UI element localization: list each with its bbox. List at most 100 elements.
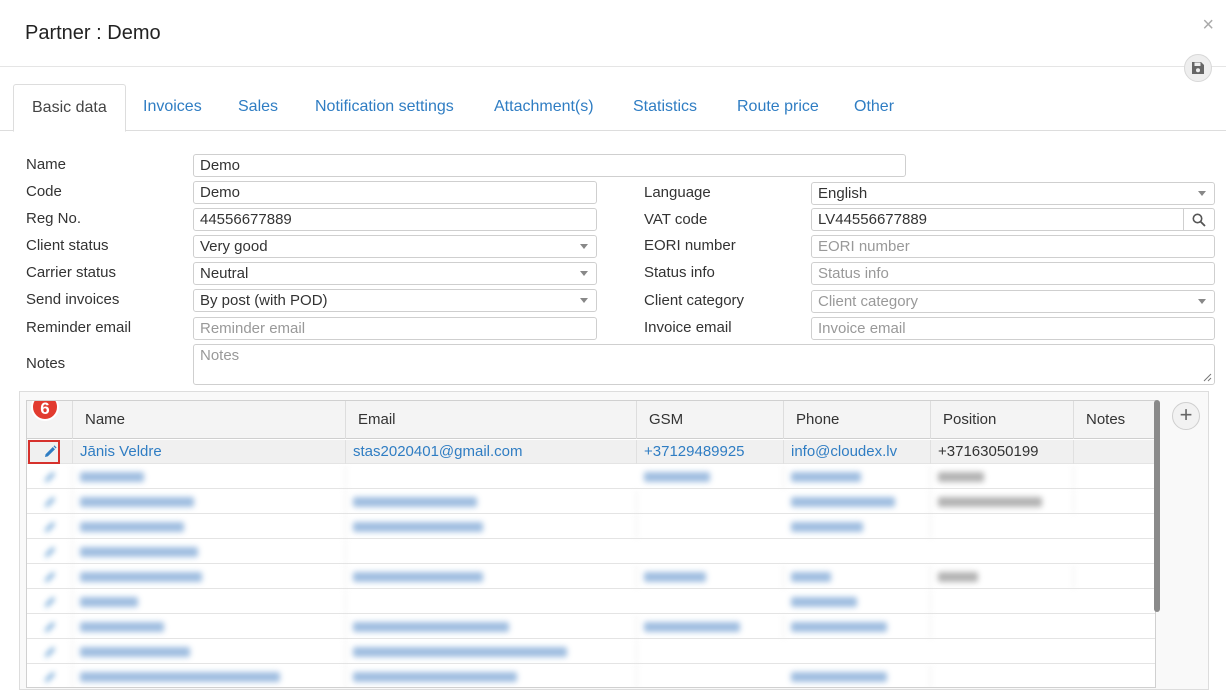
tab-bar: Basic data Invoices Sales Notification s… <box>0 84 1226 132</box>
floppy-disk-icon <box>1192 62 1204 74</box>
vat-code-field[interactable]: LV44556677889 <box>811 208 1215 231</box>
cell-name-redacted <box>73 590 346 614</box>
resize-handle-icon[interactable] <box>1203 373 1212 382</box>
pencil-icon <box>44 622 55 632</box>
carrier-status-value: Neutral <box>200 265 249 282</box>
edit-row-button[interactable] <box>27 490 73 514</box>
cell-email-redacted <box>346 615 637 639</box>
reminder-email-field[interactable]: Reminder email <box>193 317 597 340</box>
status-info-label: Status info <box>644 264 715 281</box>
send-invoices-value: By post (with POD) <box>200 292 328 309</box>
eori-number-field[interactable]: EORI number <box>811 235 1215 258</box>
client-status-select[interactable]: Very good <box>193 235 597 258</box>
edit-row-button[interactable] <box>27 465 73 489</box>
invoice-email-field[interactable]: Invoice email <box>811 317 1215 340</box>
cell-phone-redacted <box>784 490 931 514</box>
table-row[interactable]: Jānis Veldre stas2020401@gmail.com +3712… <box>27 440 1155 464</box>
tab-invoices[interactable]: Invoices <box>125 84 220 131</box>
language-select[interactable]: English <box>811 182 1215 205</box>
name-field[interactable]: Demo <box>193 154 906 177</box>
tab-other[interactable]: Other <box>836 84 912 131</box>
client-status-value: Very good <box>200 238 268 255</box>
cell-phone-redacted <box>784 590 931 614</box>
column-header-name[interactable]: Name <box>73 401 346 439</box>
cell-email-redacted <box>346 665 637 687</box>
edit-row-button[interactable] <box>27 665 73 687</box>
tab-attachments[interactable]: Attachment(s) <box>476 84 612 131</box>
tab-notification-settings[interactable]: Notification settings <box>297 84 472 131</box>
table-row[interactable] <box>27 665 1155 687</box>
edit-row-button[interactable] <box>27 615 73 639</box>
save-button[interactable] <box>1184 54 1212 82</box>
column-header-notes[interactable]: Notes <box>1074 401 1155 439</box>
notes-textarea[interactable]: Notes <box>193 344 1215 385</box>
invoice-email-label: Invoice email <box>644 319 732 336</box>
cell-email[interactable]: stas2020401@gmail.com <box>346 440 637 464</box>
chevron-down-icon <box>1198 299 1206 304</box>
cell-phone-redacted <box>784 515 931 539</box>
cell-phone[interactable]: info@cloudex.lv <box>784 440 931 464</box>
table-row[interactable] <box>27 465 1155 489</box>
chevron-down-icon <box>1198 191 1206 196</box>
reminder-email-label: Reminder email <box>26 319 132 336</box>
column-header-gsm[interactable]: GSM <box>637 401 784 439</box>
cell-name-redacted <box>73 565 346 589</box>
chevron-down-icon <box>580 271 588 276</box>
contacts-panel: Name Email GSM Phone Position Notes Jāni… <box>19 391 1209 690</box>
table-row[interactable] <box>27 515 1155 539</box>
dialog-header: Partner : Demo × <box>0 0 1226 67</box>
reg-no-label: Reg No. <box>26 210 82 227</box>
edit-row-button[interactable] <box>27 590 73 614</box>
vertical-scrollbar[interactable] <box>1154 400 1160 612</box>
pencil-icon <box>44 597 55 607</box>
pencil-icon <box>44 497 55 507</box>
table-row[interactable] <box>27 540 1155 564</box>
cell-phone-redacted <box>784 615 931 639</box>
status-info-field[interactable]: Status info <box>811 262 1215 285</box>
cell-email-redacted <box>346 640 637 664</box>
column-header-phone[interactable]: Phone <box>784 401 931 439</box>
cell-phone-redacted <box>784 665 931 687</box>
cell-email-redacted <box>346 515 637 539</box>
column-header-position[interactable]: Position <box>931 401 1074 439</box>
cell-name[interactable]: Jānis Veldre <box>73 440 346 464</box>
table-row[interactable] <box>27 590 1155 614</box>
eori-number-label: EORI number <box>644 237 736 254</box>
edit-row-button[interactable] <box>27 565 73 589</box>
reg-no-field[interactable]: 44556677889 <box>193 208 597 231</box>
tab-sales[interactable]: Sales <box>220 84 296 131</box>
tab-basic-data[interactable]: Basic data <box>13 84 126 132</box>
tab-statistics[interactable]: Statistics <box>615 84 715 131</box>
code-label: Code <box>26 183 62 200</box>
cell-gsm-redacted <box>637 565 784 589</box>
table-row[interactable] <box>27 490 1155 514</box>
edit-row-button[interactable] <box>27 640 73 664</box>
table-row[interactable] <box>27 565 1155 589</box>
search-icon[interactable] <box>1183 209 1214 230</box>
client-category-placeholder: Client category <box>818 293 919 310</box>
cell-position-redacted <box>931 465 1074 489</box>
notes-label: Notes <box>26 355 66 372</box>
edit-row-button[interactable] <box>27 515 73 539</box>
column-header-email[interactable]: Email <box>346 401 637 439</box>
code-field[interactable]: Demo <box>193 181 597 204</box>
carrier-status-select[interactable]: Neutral <box>193 262 597 285</box>
send-invoices-select[interactable]: By post (with POD) <box>193 289 597 312</box>
table-row[interactable] <box>27 615 1155 639</box>
client-status-label: Client status <box>26 237 109 254</box>
close-icon[interactable]: × <box>1202 14 1214 37</box>
cell-gsm[interactable]: +37129489925 <box>637 440 784 464</box>
tab-route-price[interactable]: Route price <box>719 84 837 131</box>
table-row[interactable] <box>27 640 1155 664</box>
add-contact-button[interactable]: + <box>1172 402 1200 430</box>
dialog-title: Partner : Demo <box>25 22 161 44</box>
cell-name-redacted <box>73 665 346 687</box>
cell-phone-redacted <box>784 565 931 589</box>
client-category-select[interactable]: Client category <box>811 290 1215 313</box>
edit-row-button[interactable] <box>27 540 73 564</box>
chevron-down-icon <box>580 244 588 249</box>
pencil-icon <box>44 522 55 532</box>
cell-position-redacted <box>931 565 1074 589</box>
contacts-grid: Name Email GSM Phone Position Notes Jāni… <box>26 400 1156 688</box>
cell-notes <box>1074 440 1155 464</box>
